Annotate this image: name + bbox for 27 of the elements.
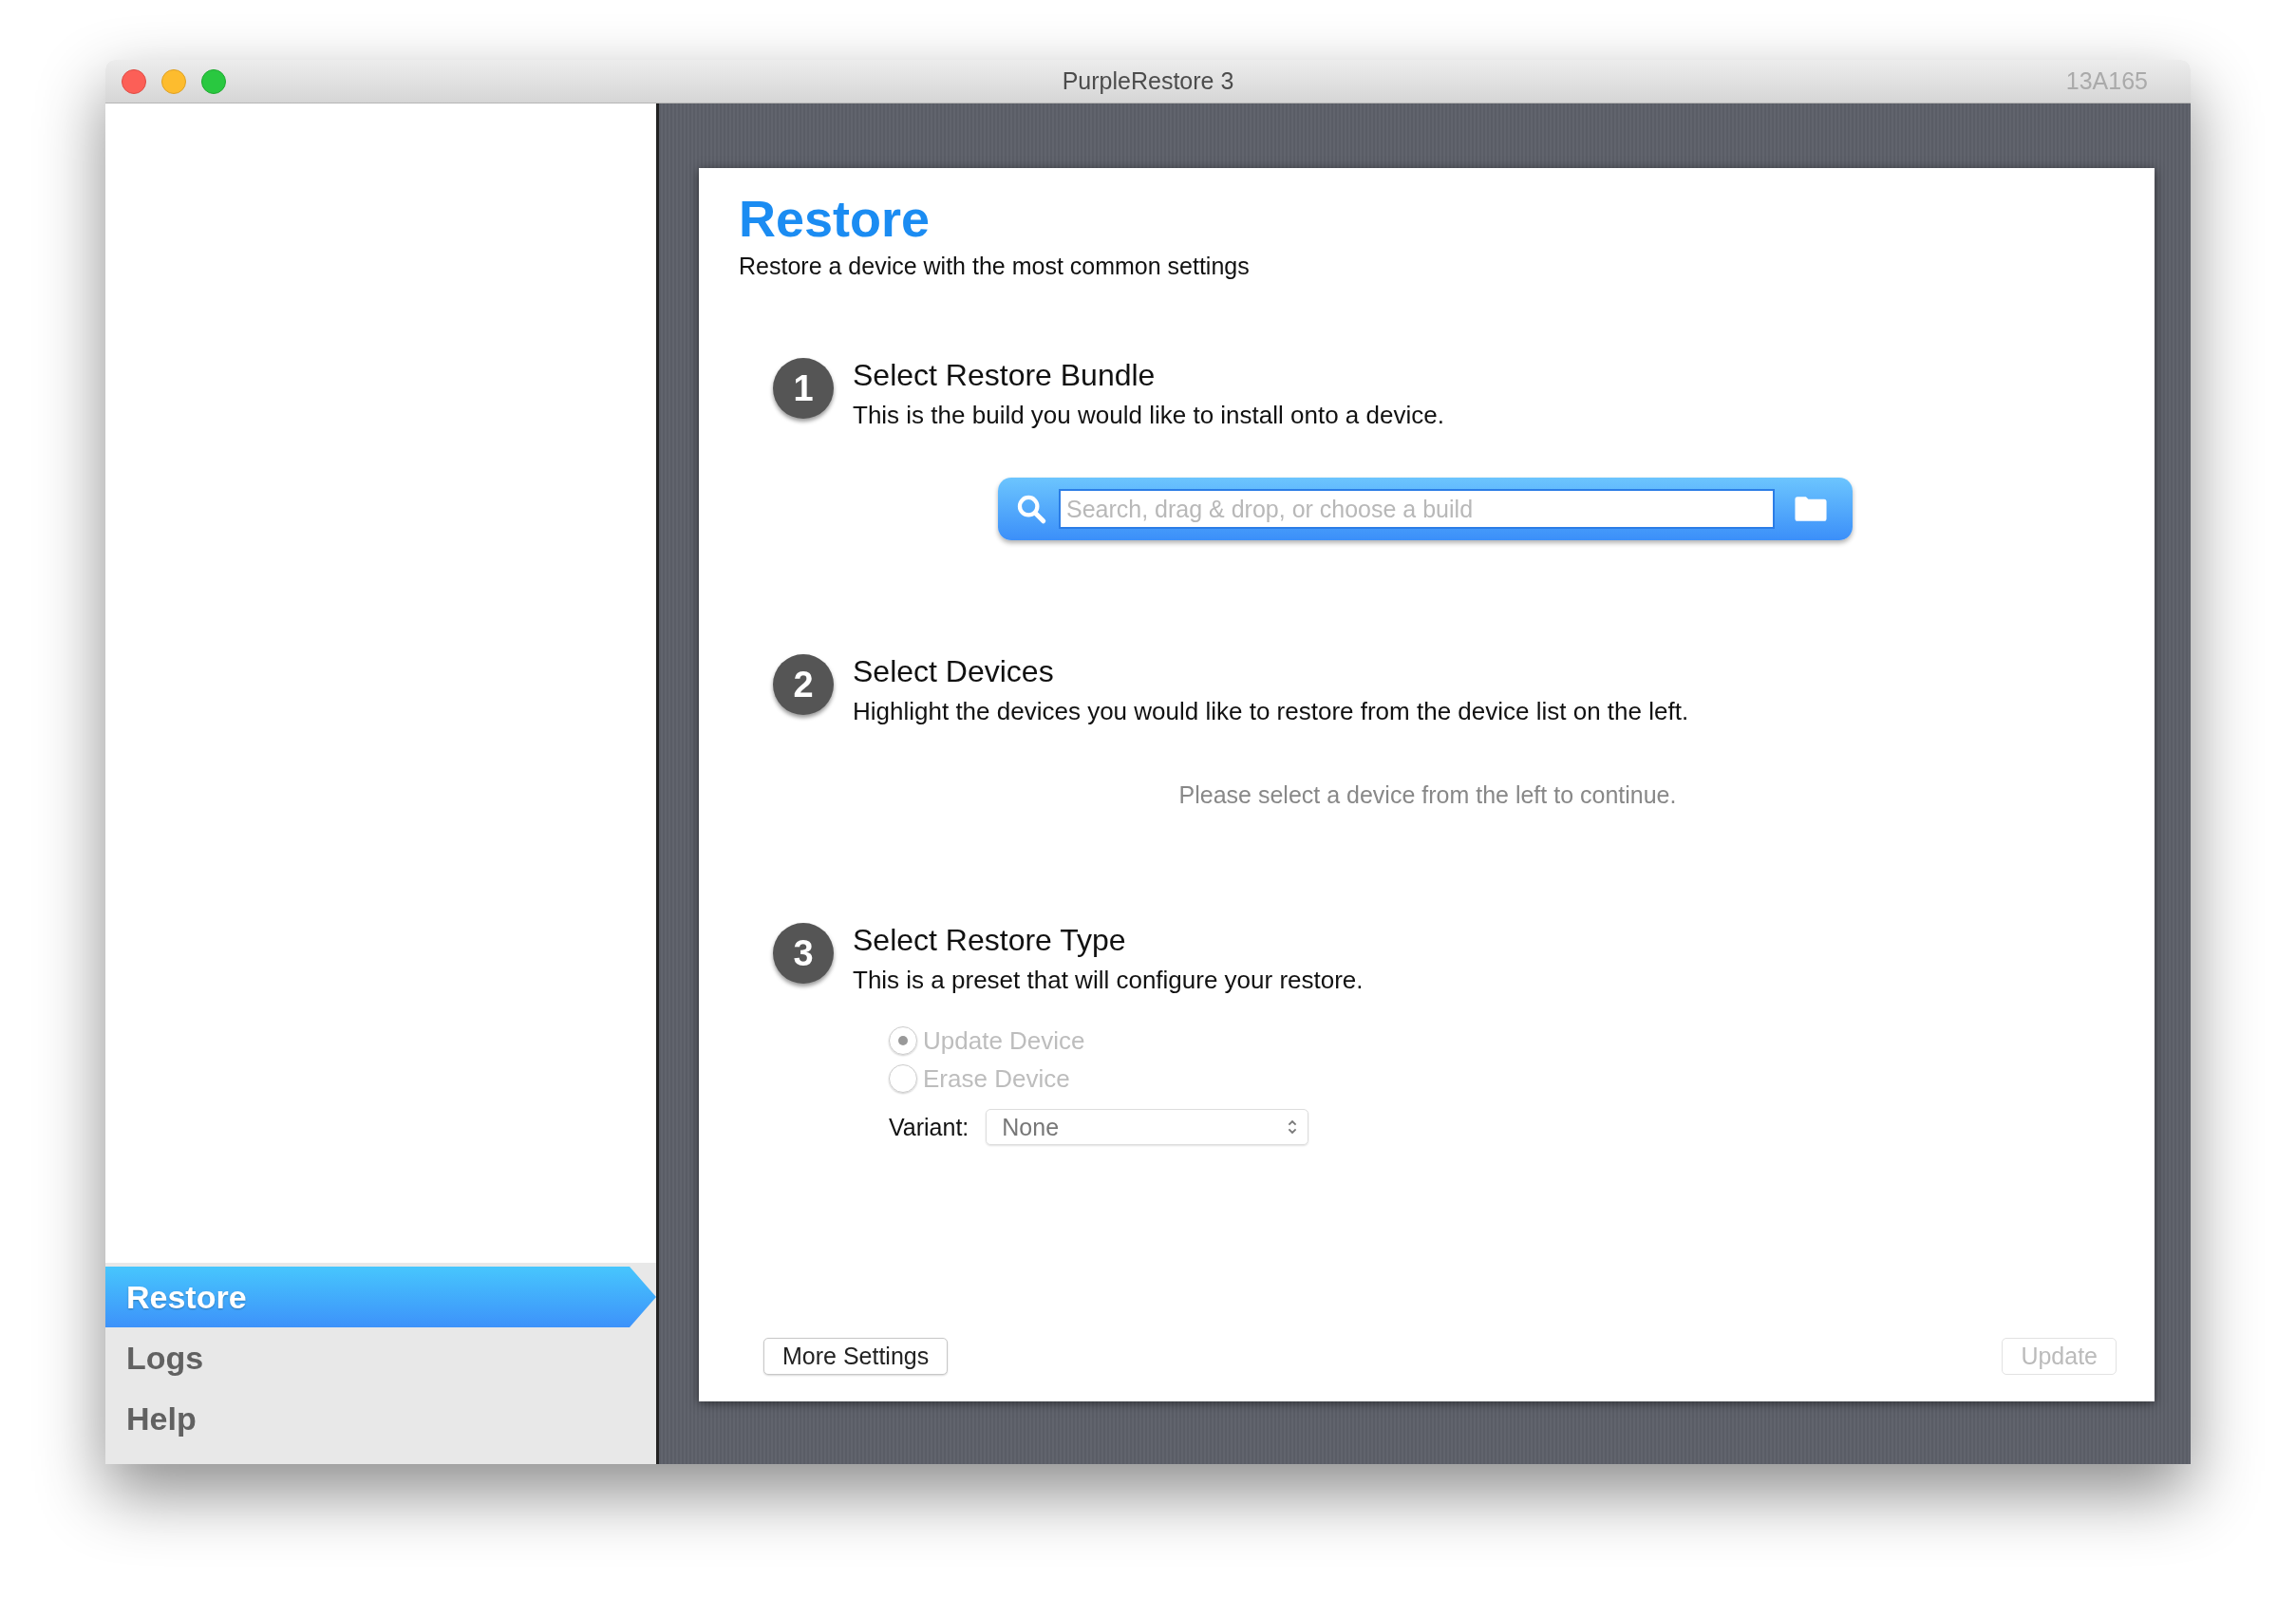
step-title: Select Devices	[853, 654, 1055, 690]
more-settings-button[interactable]: More Settings	[763, 1338, 949, 1375]
folder-icon[interactable]	[1794, 496, 1828, 523]
search-icon[interactable]	[1015, 493, 1047, 526]
step-description: Highlight the devices you would like to restore from the device list on the left.	[853, 697, 1689, 727]
step-number: 3	[773, 923, 834, 985]
step-description: This is the build you would like to install onto a device.	[853, 401, 1444, 431]
variant-label: Variant:	[889, 1113, 969, 1141]
minimize-button[interactable]	[161, 68, 186, 94]
sidebar-item[interactable]: Help	[105, 1388, 656, 1449]
step-number: 1	[773, 358, 834, 420]
step-title: Select Restore Type	[853, 923, 1127, 959]
zoom-button[interactable]	[201, 68, 226, 94]
step-description: This is a preset that will configure your restore.	[853, 966, 1364, 996]
window-title: PurpleRestore 3	[1062, 67, 1234, 95]
search-field[interactable]: Search, drag & drop, or choose a build	[1059, 489, 1775, 530]
sidebar-item[interactable]: Logs	[105, 1327, 656, 1388]
radio-label: Erase Device	[923, 1063, 1070, 1094]
page-title: Restore	[739, 191, 932, 248]
build-number: 13A165	[2065, 67, 2148, 95]
step-title: Select Restore Bundle	[853, 358, 1157, 394]
variant-dropdown[interactable]: None	[986, 1109, 1309, 1146]
close-button[interactable]	[122, 68, 146, 94]
radio-label: Update Device	[923, 1025, 1085, 1056]
status-message: Please select a device from the left to continue.	[1178, 781, 1677, 810]
step-number: 2	[773, 654, 834, 716]
page-subtitle: Restore a device with the most common settings	[739, 253, 1251, 281]
